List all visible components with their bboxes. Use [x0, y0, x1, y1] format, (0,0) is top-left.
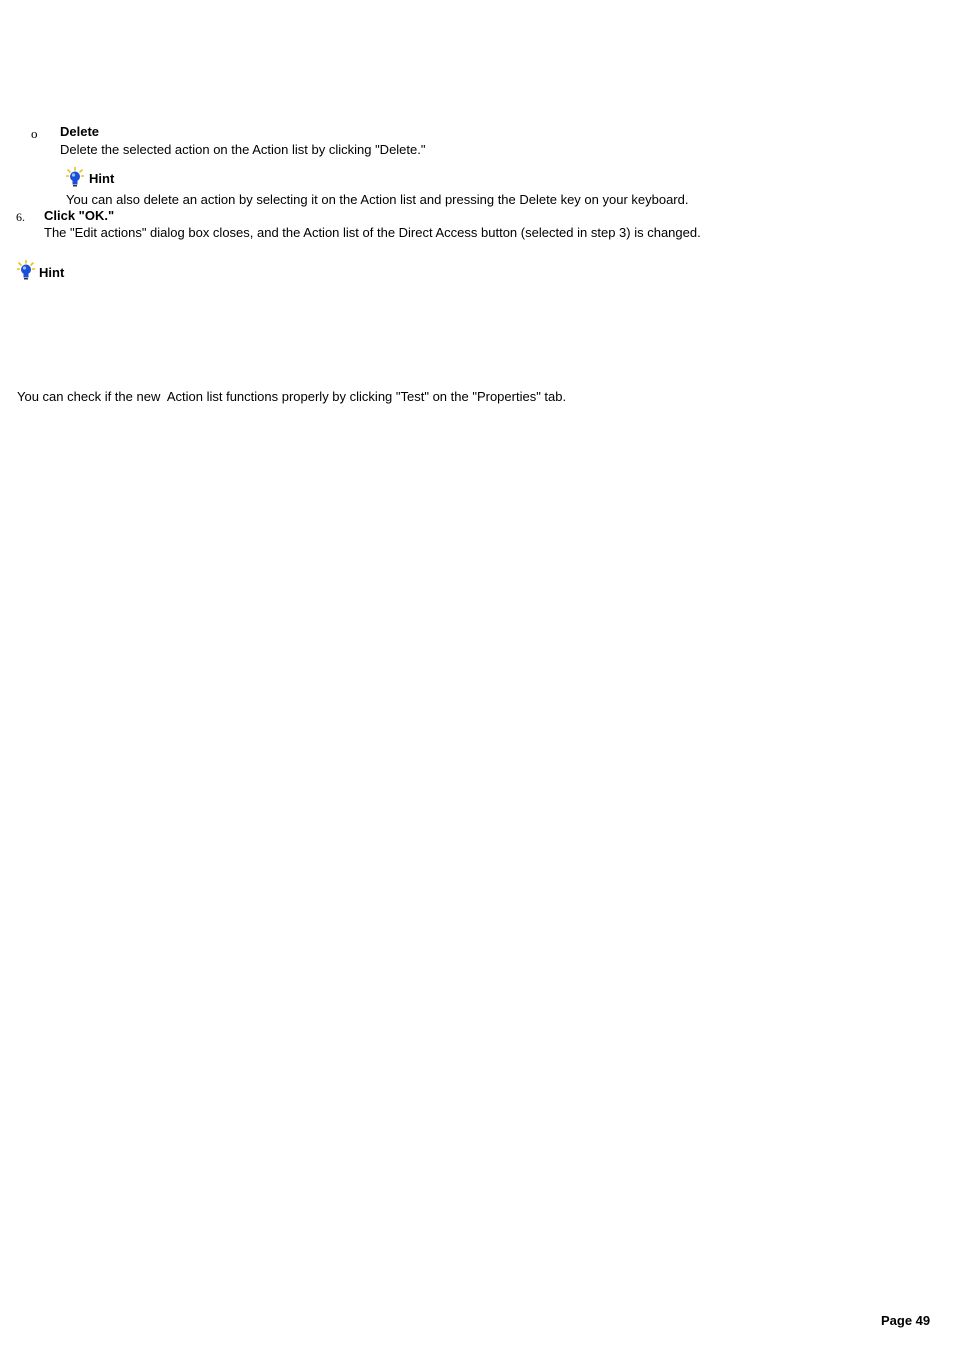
- page-number: Page 49: [881, 1313, 931, 1328]
- hint-text: You can also delete an action by selecti…: [66, 192, 689, 207]
- step-title: Click "OK.": [44, 208, 115, 223]
- list-bullet: o: [31, 126, 38, 141]
- page-hint-label: Hint: [39, 265, 65, 280]
- delete-heading: Delete: [60, 124, 100, 139]
- lightbulb-icon: [66, 167, 84, 187]
- lightbulb-icon: [17, 260, 35, 280]
- page-hint-text: You can check if the new Action list fun…: [17, 389, 567, 404]
- hint-label: Hint: [89, 171, 115, 186]
- step-number: 6.: [16, 210, 25, 224]
- step-description: The "Edit actions" dialog box closes, an…: [44, 225, 701, 240]
- delete-description: Delete the selected action on the Action…: [60, 142, 426, 157]
